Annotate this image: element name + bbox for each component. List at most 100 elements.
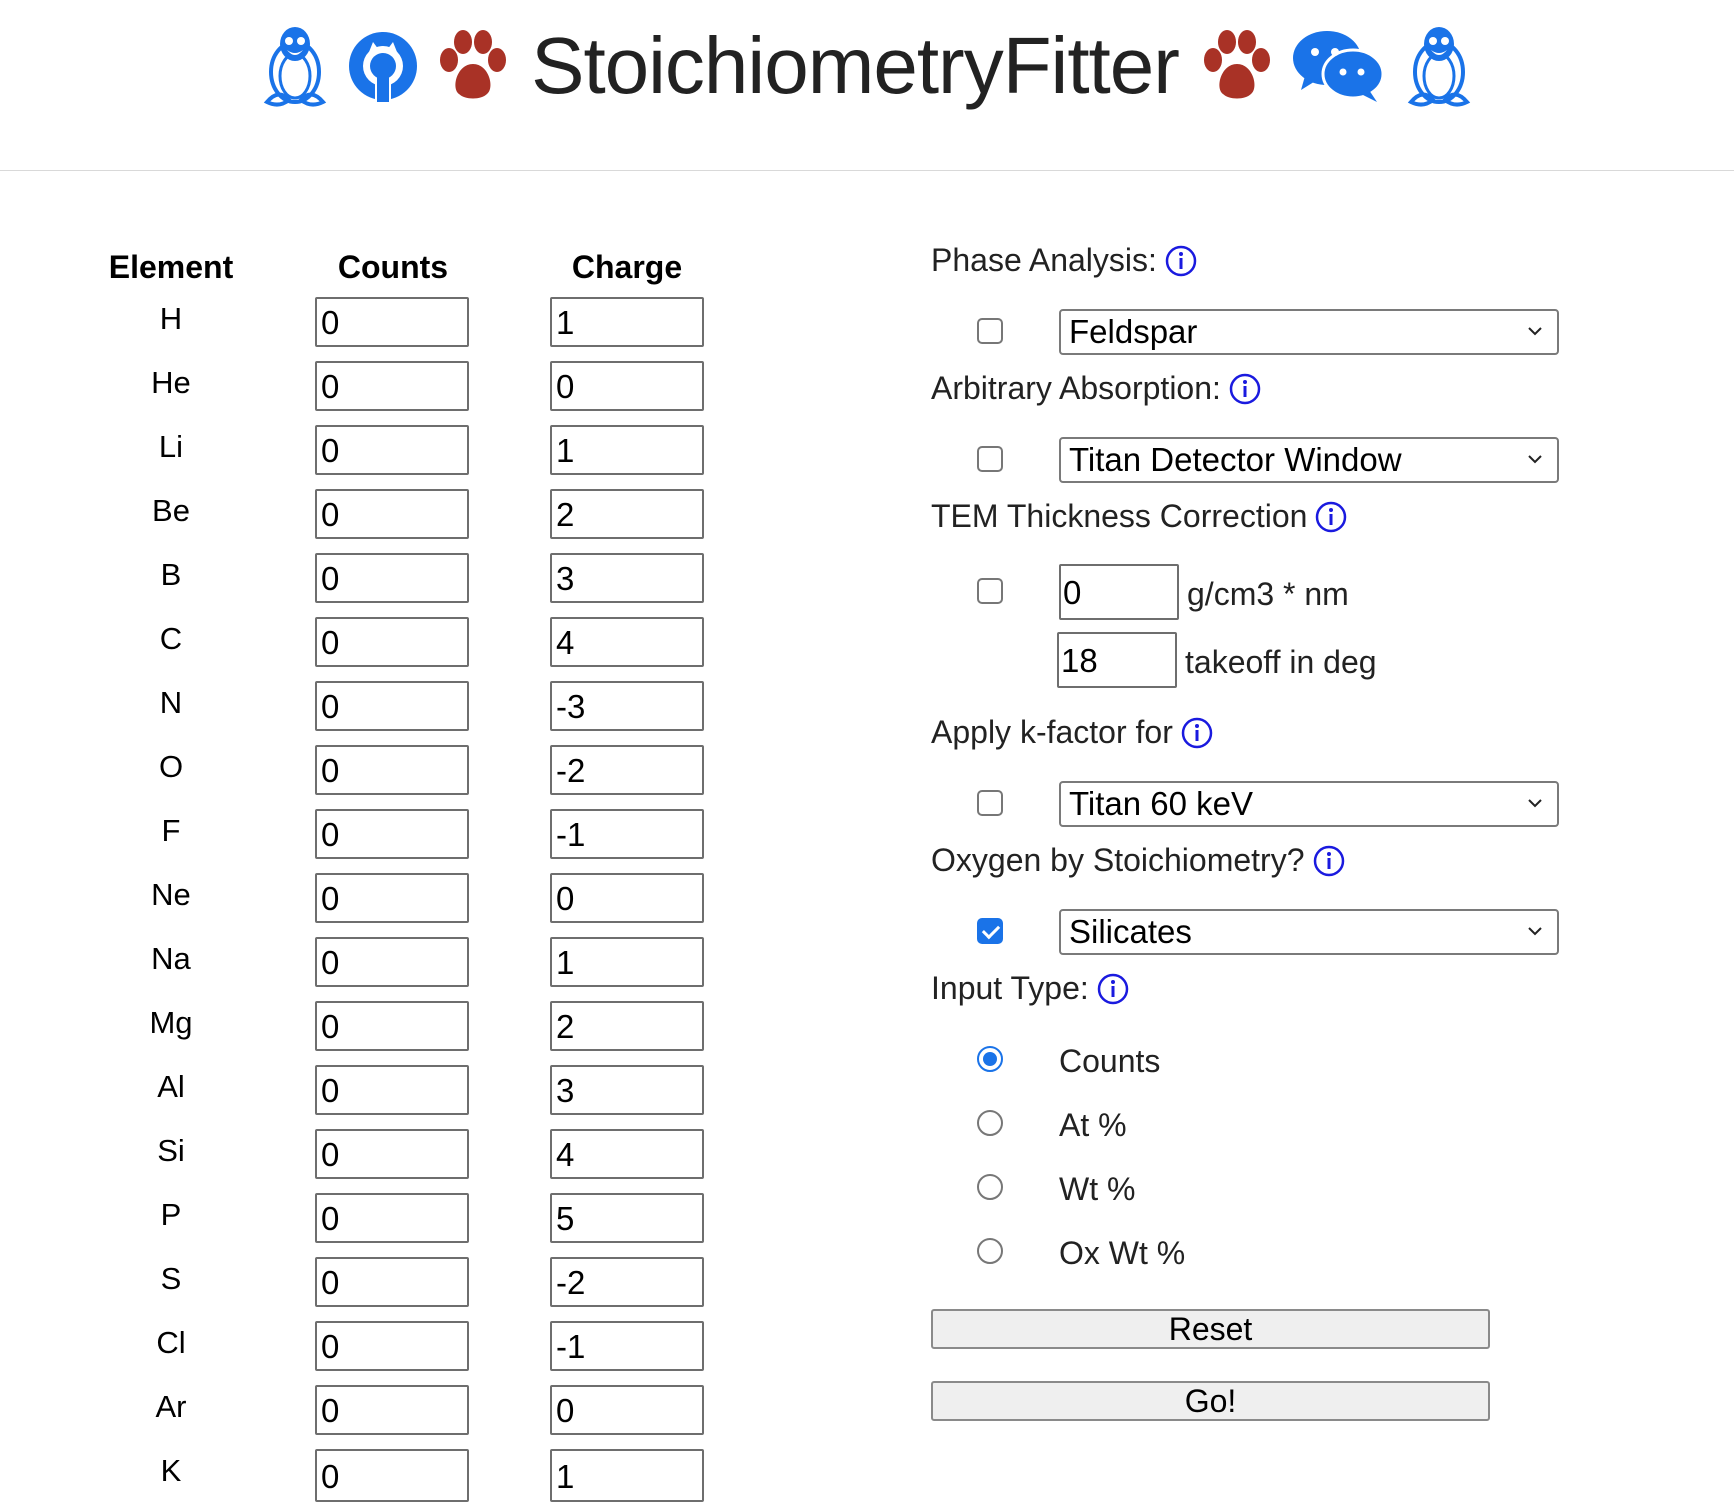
phase-analysis-text: Phase Analysis:: [931, 242, 1157, 278]
charge-input[interactable]: [550, 1257, 704, 1307]
oxygen-stoichiometry-select[interactable]: Silicates: [1059, 909, 1559, 955]
charge-input[interactable]: [550, 617, 704, 667]
element-label: Be: [152, 493, 190, 528]
input-type-text: Input Type:: [931, 970, 1089, 1006]
arbitrary-absorption-label: Arbitrary Absorption:: [931, 370, 1261, 407]
charge-input[interactable]: [550, 361, 704, 411]
charge-input[interactable]: [550, 1321, 704, 1371]
selected-value: Titan Detector Window: [1069, 441, 1402, 478]
arbitrary-absorption-select[interactable]: Titan Detector Window: [1059, 437, 1559, 483]
arbitrary-absorption-checkbox[interactable]: [977, 446, 1003, 472]
page-header: StoichiometryFitter: [0, 0, 1734, 171]
element-label: Li: [158, 429, 184, 464]
radio-label: Wt %: [1059, 1171, 1136, 1207]
radio-counts[interactable]: [977, 1046, 1003, 1072]
counts-input[interactable]: [315, 809, 469, 859]
tem-thickness-text: TEM Thickness Correction: [931, 498, 1308, 534]
chevron-down-icon: [1528, 327, 1542, 336]
charge-input[interactable]: [550, 873, 704, 923]
arbitrary-absorption-text: Arbitrary Absorption:: [931, 370, 1221, 406]
selected-value: Titan 60 keV: [1069, 785, 1254, 822]
counts-input[interactable]: [315, 937, 469, 987]
charge-input[interactable]: [550, 937, 704, 987]
thickness-input[interactable]: [1059, 564, 1179, 620]
element-label: K: [160, 1453, 182, 1488]
kfactor-label: Apply k-factor for: [931, 714, 1213, 751]
tem-thickness-checkbox[interactable]: [977, 578, 1003, 604]
counts-input[interactable]: [315, 1193, 469, 1243]
phase-analysis-checkbox[interactable]: [977, 318, 1003, 344]
counts-input[interactable]: [315, 873, 469, 923]
charge-input[interactable]: [550, 1129, 704, 1179]
counts-input[interactable]: [315, 1385, 469, 1435]
radio-wt-percent[interactable]: [977, 1174, 1003, 1200]
radio-ox-wt-percent[interactable]: [977, 1238, 1003, 1264]
kfactor-text: Apply k-factor for: [931, 714, 1173, 750]
oxygen-stoichiometry-label: Oxygen by Stoichiometry?: [931, 842, 1345, 879]
element-label: Mg: [149, 1005, 193, 1040]
charge-input[interactable]: [550, 553, 704, 603]
charge-input[interactable]: [550, 1065, 704, 1115]
counts-input[interactable]: [315, 1321, 469, 1371]
charge-input[interactable]: [550, 809, 704, 859]
github-icon[interactable]: [347, 30, 419, 102]
counts-input[interactable]: [315, 297, 469, 347]
charge-input[interactable]: [550, 1193, 704, 1243]
kfactor-select[interactable]: Titan 60 keV: [1059, 781, 1559, 827]
counts-input[interactable]: [315, 745, 469, 795]
element-label: N: [159, 685, 183, 720]
info-icon[interactable]: [1097, 973, 1129, 1005]
kfactor-checkbox[interactable]: [977, 790, 1003, 816]
element-label: F: [161, 813, 181, 848]
charge-input[interactable]: [550, 489, 704, 539]
charge-input[interactable]: [550, 297, 704, 347]
phase-analysis-select[interactable]: Feldspar: [1059, 309, 1559, 355]
element-column-header: Element: [108, 249, 234, 285]
element-label: P: [160, 1197, 182, 1232]
app-title: StoichiometryFitter: [531, 21, 1180, 110]
counts-input[interactable]: [315, 1449, 469, 1502]
charge-input[interactable]: [550, 1385, 704, 1435]
linux-penguin-icon[interactable]: [1403, 24, 1475, 108]
reset-button[interactable]: Reset: [931, 1309, 1490, 1349]
oxygen-stoichiometry-text: Oxygen by Stoichiometry?: [931, 842, 1305, 878]
info-icon[interactable]: [1229, 373, 1261, 405]
takeoff-unit-label: takeoff in deg: [1185, 644, 1377, 680]
element-label: He: [151, 365, 191, 400]
tem-thickness-label: TEM Thickness Correction: [931, 498, 1347, 535]
counts-input[interactable]: [315, 1065, 469, 1115]
charge-input[interactable]: [550, 745, 704, 795]
counts-input[interactable]: [315, 1001, 469, 1051]
counts-input[interactable]: [315, 425, 469, 475]
radio-at-percent[interactable]: [977, 1110, 1003, 1136]
charge-input[interactable]: [550, 425, 704, 475]
counts-input[interactable]: [315, 1129, 469, 1179]
charge-input[interactable]: [550, 681, 704, 731]
info-icon[interactable]: [1181, 717, 1213, 749]
info-icon[interactable]: [1165, 245, 1197, 277]
element-label: O: [158, 749, 184, 784]
linux-penguin-icon[interactable]: [259, 24, 331, 108]
input-type-label: Input Type:: [931, 970, 1129, 1007]
counts-input[interactable]: [315, 617, 469, 667]
paw-icon: [1199, 30, 1275, 102]
info-icon[interactable]: [1313, 845, 1345, 877]
counts-input[interactable]: [315, 361, 469, 411]
counts-input[interactable]: [315, 553, 469, 603]
element-label: B: [160, 557, 182, 592]
paw-icon: [435, 30, 511, 102]
counts-input[interactable]: [315, 489, 469, 539]
info-icon[interactable]: [1315, 501, 1347, 533]
radio-label: At %: [1059, 1107, 1127, 1143]
wechat-icon[interactable]: [1291, 28, 1387, 104]
go-button[interactable]: Go!: [931, 1381, 1490, 1421]
phase-analysis-label: Phase Analysis:: [931, 242, 1197, 279]
counts-input[interactable]: [315, 681, 469, 731]
oxygen-stoichiometry-checkbox[interactable]: [977, 918, 1003, 944]
counts-input[interactable]: [315, 1257, 469, 1307]
charge-input[interactable]: [550, 1001, 704, 1051]
element-label: Al: [157, 1069, 185, 1104]
element-label: Na: [151, 941, 191, 976]
charge-input[interactable]: [550, 1449, 704, 1502]
takeoff-angle-input[interactable]: [1057, 632, 1177, 688]
